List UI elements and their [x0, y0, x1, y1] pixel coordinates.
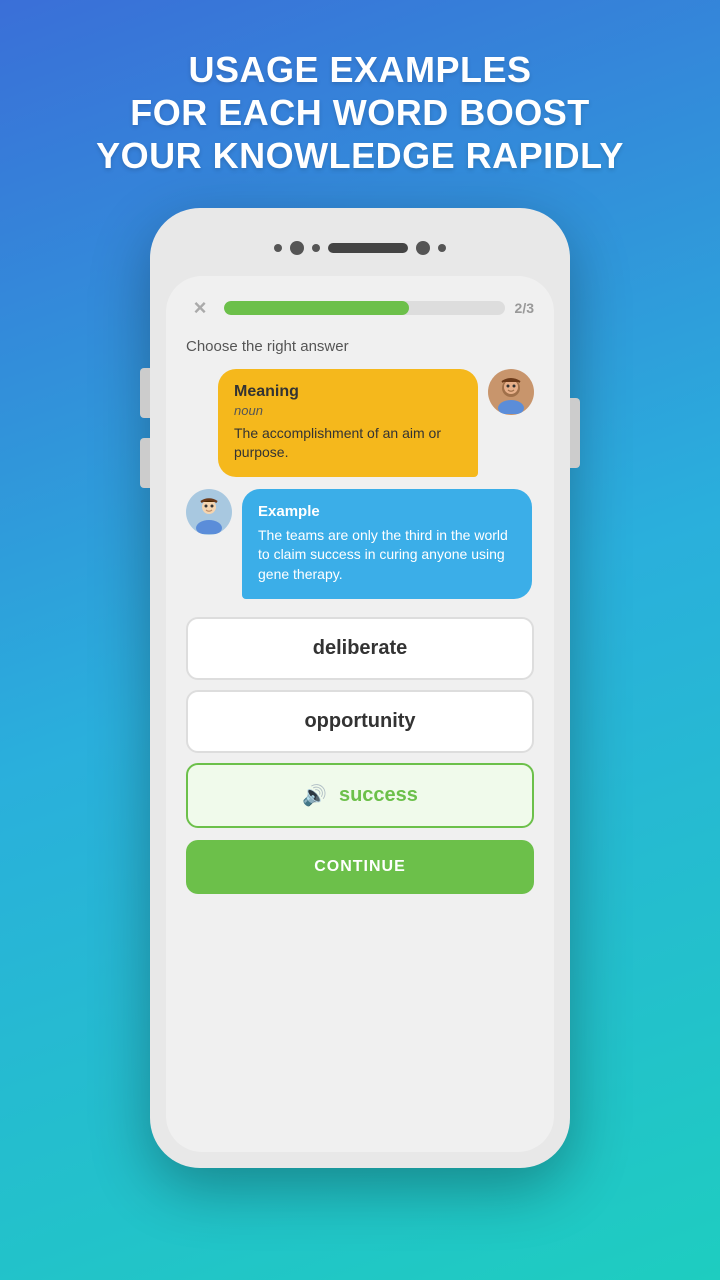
example-row: Example The teams are only the third in …: [186, 489, 534, 599]
phone-notch: [166, 224, 554, 272]
meaning-title: Meaning: [234, 383, 462, 401]
example-bubble: Example The teams are only the third in …: [242, 489, 532, 599]
close-button[interactable]: ×: [186, 294, 214, 322]
phone-side-btn-2: [140, 438, 150, 488]
answer-option-3-label: success: [339, 784, 418, 807]
meaning-row: Meaning noun The accomplishment of an ai…: [186, 369, 534, 477]
answer-option-3[interactable]: 🔊 success: [186, 763, 534, 828]
answer-options: deliberate opportunity 🔊 success CONTINU…: [186, 617, 534, 894]
phone-frame: × 2/3 Choose the right answer Meaning no…: [150, 208, 570, 1168]
answer-option-2[interactable]: opportunity: [186, 690, 534, 753]
notch-dot-5: [438, 244, 446, 252]
progress-track: [224, 301, 505, 315]
sound-icon: 🔊: [302, 783, 327, 808]
progress-counter: 2/3: [515, 300, 534, 316]
phone-side-btn-right: [570, 398, 580, 468]
progress-row: × 2/3: [186, 294, 534, 322]
continue-button[interactable]: CONTINUE: [186, 840, 534, 894]
notch-dot-4: [416, 241, 430, 255]
example-text: The teams are only the third in the worl…: [258, 526, 516, 585]
phone-side-btn-1: [140, 368, 150, 418]
chat-area: Meaning noun The accomplishment of an ai…: [186, 369, 534, 599]
avatar-teacher: [488, 369, 534, 415]
progress-fill: [224, 301, 409, 315]
notch-dot-3: [312, 244, 320, 252]
meaning-subtitle: noun: [234, 403, 462, 418]
answer-option-1[interactable]: deliberate: [186, 617, 534, 680]
header-title: USAGE EXAMPLES FOR EACH WORD BOOST YOUR …: [56, 48, 664, 178]
phone-screen: × 2/3 Choose the right answer Meaning no…: [166, 276, 554, 1152]
notch-dot-2: [290, 241, 304, 255]
instruction-text: Choose the right answer: [186, 338, 534, 355]
avatar-student: [186, 489, 232, 535]
example-title: Example: [258, 503, 516, 520]
meaning-bubble: Meaning noun The accomplishment of an ai…: [218, 369, 478, 477]
notch-dot-1: [274, 244, 282, 252]
notch-bar: [328, 243, 408, 253]
meaning-text: The accomplishment of an aim or purpose.: [234, 424, 462, 463]
